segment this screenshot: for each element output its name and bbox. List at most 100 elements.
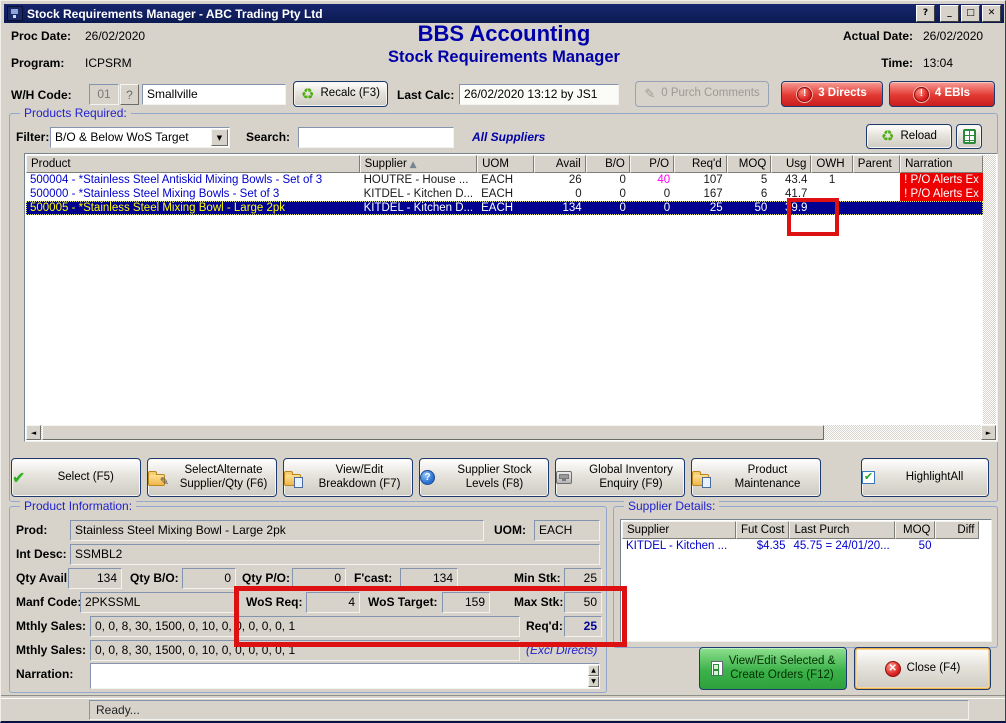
maximize-button[interactable]: □ — [961, 5, 980, 22]
folder-page-icon — [692, 474, 709, 486]
column-header-avail[interactable]: Avail — [534, 155, 586, 173]
column-header-product[interactable]: Product — [26, 155, 360, 173]
scroll-left-icon[interactable]: ◄ — [26, 425, 41, 440]
supplier-details-table: SupplierFut CostLast PurchMOQDiff KITDEL… — [620, 519, 992, 642]
column-header-narration[interactable]: Narration — [900, 155, 983, 173]
wh-code-label: W/H Code: — [11, 88, 72, 102]
column-header-uom[interactable]: UOM — [477, 155, 534, 173]
help-button[interactable]: ? — [916, 5, 935, 22]
select-alternate-supplier-button[interactable]: SelectAlternateSupplier/Qty (F6) — [147, 458, 277, 497]
product-row[interactable]: 500005 - *Stainless Steel Mixing Bowl - … — [26, 201, 983, 215]
scrollbar-thumb[interactable] — [42, 425, 824, 440]
program-value: ICPSRM — [85, 56, 145, 70]
column-header-usg[interactable]: Usg — [771, 155, 811, 173]
filter-dropdown[interactable]: B/O & Below WoS Target ▼ — [50, 127, 230, 148]
supplier-cell-supplier: KITDEL - Kitchen ... — [622, 539, 736, 553]
wh-lookup-button[interactable]: ? — [120, 84, 139, 105]
app-subtitle: Stock Requirements Manager — [254, 48, 754, 67]
qty-avail-field: 134 — [68, 568, 122, 589]
narration-label: Narration: — [16, 667, 73, 681]
manf-code-field: 2PKSSML — [80, 592, 238, 613]
window-title: Stock Requirements Manager - ABC Trading… — [27, 7, 323, 21]
wos-target-field: 159 — [442, 592, 490, 613]
highlight-all-button[interactable]: ✔ HighlightAll — [861, 458, 989, 497]
supplier-column-header-diff[interactable]: Diff — [935, 521, 979, 539]
supplier-column-header-supplier[interactable]: Supplier — [622, 521, 736, 539]
cell-narration — [900, 201, 983, 215]
supplier-column-header-moq[interactable]: MOQ — [895, 521, 935, 539]
view-edit-breakdown-button[interactable]: View/EditBreakdown (F7) — [283, 458, 413, 497]
reqd-label: Req'd: — [526, 619, 563, 633]
ebis-button[interactable]: ! 4 EBIs — [889, 81, 995, 107]
view-edit-create-orders-button[interactable]: View/Edit Selected &Create Orders (F12) — [699, 647, 847, 690]
column-header-owh[interactable]: OWH — [811, 155, 852, 173]
cell-supplier: HOUTRE - House ... — [360, 173, 478, 187]
reload-button[interactable]: ♻ Reload — [866, 124, 952, 149]
wh-name-field[interactable]: Smallville — [142, 84, 286, 105]
close-button[interactable]: ✕ Close (F4) — [854, 647, 991, 690]
products-required-legend: Products Required: — [20, 106, 131, 120]
column-header-parent[interactable]: Parent — [853, 155, 900, 173]
recycle-icon: ♻ — [301, 87, 314, 102]
cell-supplier: KITDEL - Kitchen D... — [360, 201, 478, 215]
max-stk-label: Max Stk: — [514, 595, 563, 609]
minimize-button[interactable]: _ — [940, 5, 959, 22]
cell-narration: ! P/O Alerts Ex — [900, 173, 983, 187]
narration-textarea[interactable] — [90, 663, 600, 689]
manf-code-label: Manf Code: — [16, 595, 81, 609]
spin-up-icon[interactable]: ▲ — [588, 665, 599, 676]
cell-avail: 26 — [534, 173, 586, 187]
chevron-down-icon[interactable]: ▼ — [211, 129, 228, 146]
qty-bo-field: 0 — [182, 568, 236, 589]
supplier-row[interactable]: KITDEL - Kitchen ...$4.3545.75 = 24/01/2… — [622, 539, 979, 553]
wos-target-label: WoS Target: — [368, 595, 438, 609]
horizontal-scrollbar[interactable]: ◄ ► — [26, 425, 996, 440]
search-input[interactable] — [298, 127, 454, 148]
cell-usg: 39.9 — [771, 201, 811, 215]
last-calc-label: Last Calc: — [397, 88, 454, 102]
column-header-bo[interactable]: B/O — [586, 155, 630, 173]
cell-bo: 0 — [586, 173, 630, 187]
directs-button[interactable]: ! 3 Directs — [781, 81, 883, 107]
vertical-scrollbar[interactable] — [983, 155, 996, 424]
supplier-column-header-fut_cost[interactable]: Fut Cost — [736, 521, 789, 539]
mthly-sales-label-2: Mthly Sales: — [16, 643, 86, 657]
wh-code-field[interactable]: 01 — [89, 84, 119, 105]
close-window-button[interactable]: ✕ — [982, 5, 1001, 22]
warning-icon: ! — [797, 87, 812, 102]
min-stk-field: 25 — [564, 568, 602, 589]
cell-parent — [853, 201, 900, 215]
checkbox-check-icon: ✔ — [862, 471, 875, 484]
purch-comments-button[interactable]: ✎ 0 Purch Comments — [635, 81, 769, 107]
filter-label: Filter: — [16, 130, 49, 144]
fcast-field: 134 — [400, 568, 458, 589]
mthly-sales-label-1: Mthly Sales: — [16, 619, 86, 633]
max-stk-field: 50 — [564, 592, 602, 613]
warning-icon: ! — [914, 87, 929, 102]
product-row[interactable]: 500000 - *Stainless Steel Mixing Bowls -… — [26, 187, 983, 201]
recalc-button[interactable]: ♻ Recalc (F3) — [293, 81, 388, 107]
export-excel-button[interactable] — [956, 124, 982, 149]
column-header-reqd[interactable]: Req'd — [674, 155, 727, 173]
column-header-supplier[interactable]: Supplier ▲ — [360, 155, 478, 173]
spin-down-icon[interactable]: ▼ — [588, 676, 599, 687]
reqd-field: 25 — [564, 616, 602, 637]
header-right: Actual Date: 26/02/2020 Time: 13:04 — [843, 29, 995, 70]
scroll-right-icon[interactable]: ► — [981, 425, 996, 440]
product-row[interactable]: 500004 - *Stainless Steel Antiskid Mixin… — [26, 173, 983, 187]
supplier-column-header-last_purch[interactable]: Last Purch — [789, 521, 895, 539]
supplier-stock-levels-button[interactable]: ? Supplier StockLevels (F8) — [419, 458, 549, 497]
column-header-po[interactable]: P/O — [630, 155, 674, 173]
column-header-moq[interactable]: MOQ — [727, 155, 772, 173]
time-label: Time: — [843, 56, 913, 70]
supplier-cell-moq: 50 — [895, 539, 935, 553]
product-maintenance-button[interactable]: ProductMaintenance — [691, 458, 821, 497]
status-bar: Ready... — [89, 700, 969, 720]
select-button[interactable]: ✔ Select (F5) — [11, 458, 141, 497]
mthly-sales-field-2: 0, 0, 8, 30, 1500, 0, 10, 0, 0, 0, 0, 0,… — [90, 640, 520, 661]
folder-edit-icon — [148, 474, 165, 486]
cell-bo: 0 — [586, 187, 630, 201]
global-inventory-enquiry-button[interactable]: Global InventoryEnquiry (F9) — [555, 458, 685, 497]
checklist-icon — [711, 661, 723, 676]
cell-po: 0 — [630, 187, 674, 201]
